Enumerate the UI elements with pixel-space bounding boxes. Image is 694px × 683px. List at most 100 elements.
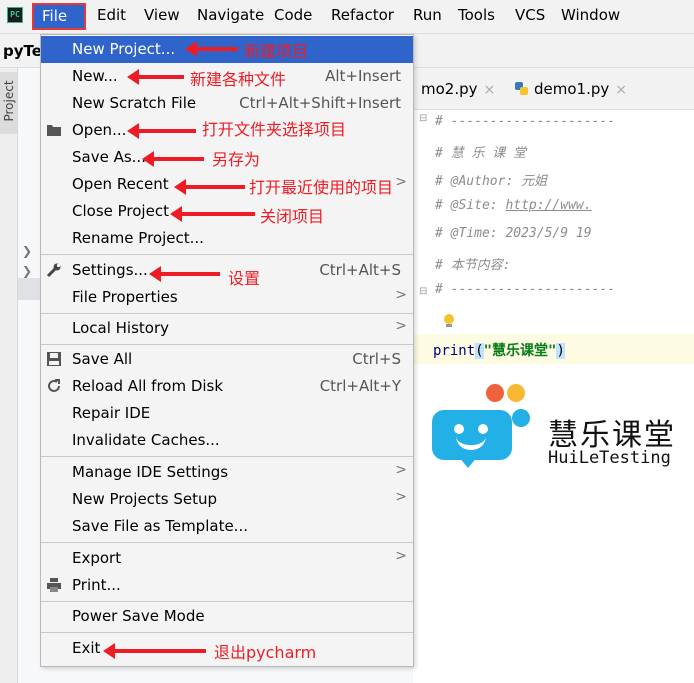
chevron-right-icon: > — [395, 174, 407, 190]
menu-item-label: New Project... — [72, 40, 176, 58]
menu-file[interactable]: File — [32, 3, 86, 30]
chevron-right-icon[interactable]: ❯ — [22, 264, 32, 278]
menu-item-label: Settings... — [72, 261, 148, 279]
code-line: # 本节内容: — [435, 258, 511, 273]
menu-view[interactable]: View — [144, 6, 180, 24]
pycharm-logo-icon: PC — [7, 7, 23, 23]
menu-item-repair-ide[interactable]: Repair IDE — [41, 400, 413, 427]
logo-english-text: HuiLeTesting — [548, 448, 671, 468]
menu-separator — [41, 601, 413, 602]
annotation-close-project: 关闭项目 — [260, 207, 325, 226]
menu-item-settings[interactable]: Settings... Ctrl+Alt+S — [41, 257, 413, 284]
menu-item-label: Reload All from Disk — [72, 377, 224, 395]
tab-demo2[interactable]: mo2.py × — [421, 80, 495, 98]
current-code-line: print("慧乐课堂") — [413, 334, 694, 364]
menu-item-label: Manage IDE Settings — [72, 463, 229, 481]
save-disk-icon — [46, 351, 62, 367]
logo-dot — [507, 384, 525, 402]
annotation-arrow — [142, 151, 204, 167]
smiley-bubble-icon — [432, 410, 512, 468]
menu-item-label: Export — [72, 549, 122, 567]
fold-icon[interactable]: ⊟ — [419, 113, 427, 124]
menu-run[interactable]: Run — [413, 6, 442, 24]
menu-item-power-save-mode[interactable]: Power Save Mode — [41, 603, 413, 630]
chevron-right-icon[interactable]: ❯ — [22, 244, 32, 258]
menu-code[interactable]: Code — [274, 6, 312, 24]
annotation-open: 打开文件夹选择项目 — [202, 120, 347, 139]
menu-navigate[interactable]: Navigate — [197, 6, 264, 24]
huile-watermark-logo: 慧乐课堂 HuiLeTesting — [430, 380, 694, 480]
menu-refactor[interactable]: Refactor — [331, 6, 394, 24]
print-fn: print — [433, 343, 476, 359]
annotation-arrow — [174, 179, 245, 195]
menu-item-reload-all[interactable]: Reload All from Disk Ctrl+Alt+Y — [41, 373, 413, 400]
menu-item-local-history[interactable]: Local History > — [41, 315, 413, 342]
tab-label: mo2.py — [421, 80, 478, 98]
site-label: # @Site: — [435, 198, 506, 213]
menu-item-label: Exit — [72, 639, 101, 657]
project-name: pyTe — [3, 42, 42, 60]
project-tool-tab[interactable]: Project — [0, 72, 17, 134]
menu-item-label: Local History — [72, 319, 170, 337]
menu-item-export[interactable]: Export > — [41, 545, 413, 572]
menu-separator — [41, 313, 413, 314]
menu-window[interactable]: Window — [561, 6, 620, 24]
menu-separator — [41, 542, 413, 543]
menu-separator — [41, 254, 413, 255]
menu-item-new-projects-setup[interactable]: New Projects Setup > — [41, 486, 413, 513]
menu-item-label: Invalidate Caches... — [72, 431, 220, 449]
code-line: # @Author: 元姐 — [435, 174, 548, 189]
tab-label: demo1.py — [534, 80, 610, 98]
menu-item-print[interactable]: Print... — [41, 572, 413, 599]
code-line: # --------------------- — [435, 282, 616, 297]
menu-item-shortcut: Ctrl+S — [352, 350, 401, 368]
menu-item-shortcut: Ctrl+Alt+Y — [319, 377, 401, 395]
close-icon[interactable]: × — [615, 82, 627, 98]
chevron-right-icon: > — [395, 548, 407, 564]
wrench-icon — [46, 262, 62, 278]
menu-item-label: Open... — [72, 121, 127, 139]
close-icon[interactable]: × — [484, 82, 496, 98]
printer-icon — [46, 577, 62, 593]
menu-item-manage-ide-settings[interactable]: Manage IDE Settings > — [41, 459, 413, 486]
menu-item-label: Save File as Template... — [72, 517, 248, 535]
python-file-icon — [515, 82, 529, 96]
menu-item-save-all[interactable]: Save All Ctrl+S — [41, 346, 413, 373]
menu-bar: PC File Edit View Navigate Code Refactor… — [0, 0, 694, 34]
annotation-arrow — [170, 206, 255, 222]
menu-separator — [41, 344, 413, 345]
fold-icon[interactable]: ⊟ — [419, 286, 427, 297]
menu-separator — [41, 632, 413, 633]
menu-item-rename-project[interactable]: Rename Project... — [41, 225, 413, 252]
site-url-link[interactable]: http://www. — [505, 198, 591, 213]
menu-item-label: New Projects Setup — [72, 490, 218, 508]
project-tree: ❯ ❯ — [18, 68, 58, 683]
lightbulb-icon[interactable] — [443, 314, 455, 328]
chevron-right-icon: > — [395, 287, 407, 303]
annotation-new: 新建各种文件 — [190, 70, 287, 89]
annotation-new-project: 新建项目 — [244, 42, 309, 61]
menu-tools[interactable]: Tools — [458, 6, 495, 24]
annotation-open-recent: 打开最近使用的项目 — [249, 178, 394, 197]
chevron-right-icon: > — [395, 318, 407, 334]
menu-item-save-as-template[interactable]: Save File as Template... — [41, 513, 413, 540]
reload-icon — [46, 378, 62, 394]
annotation-arrow — [103, 643, 206, 659]
menu-item-label: Print... — [72, 576, 121, 594]
menu-item-new-scratch-file[interactable]: New Scratch File Ctrl+Alt+Shift+Insert — [41, 90, 413, 117]
logo-dot — [512, 409, 530, 427]
menu-item-shortcut: Ctrl+Alt+S — [319, 261, 401, 279]
tab-demo1[interactable]: demo1.py × — [515, 80, 627, 98]
menu-edit[interactable]: Edit — [97, 6, 126, 24]
menu-item-invalidate-caches[interactable]: Invalidate Caches... — [41, 427, 413, 454]
annotation-arrow — [149, 266, 220, 282]
menu-item-label: Power Save Mode — [72, 607, 205, 625]
menu-item-label: New Scratch File — [72, 94, 197, 112]
menu-item-label: Repair IDE — [72, 404, 151, 422]
code-line: # --------------------- — [435, 114, 616, 129]
menu-item-file-properties[interactable]: File Properties > — [41, 284, 413, 311]
logo-dot — [486, 384, 504, 402]
annotation-arrow — [127, 123, 196, 139]
menu-vcs[interactable]: VCS — [515, 6, 545, 24]
menu-item-shortcut: Alt+Insert — [325, 67, 401, 85]
